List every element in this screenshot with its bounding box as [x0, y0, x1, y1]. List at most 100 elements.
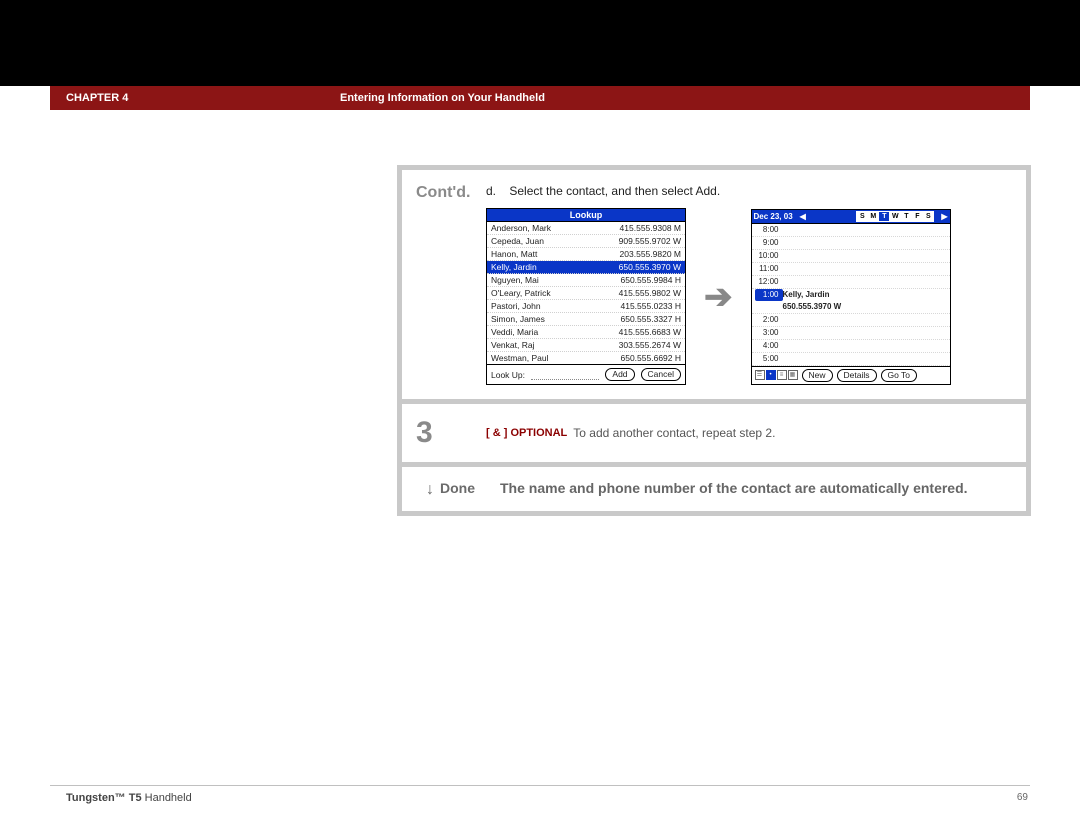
- calendar-row[interactable]: 2:00: [752, 314, 950, 327]
- calendar-row[interactable]: 8:00: [752, 224, 950, 237]
- contact-phone: 415.555.6683 W: [619, 326, 681, 338]
- contact-phone: 303.555.2674 W: [619, 339, 681, 351]
- calendar-time: 12:00: [755, 276, 783, 288]
- new-button[interactable]: New: [802, 369, 833, 382]
- calendar-row[interactable]: 4:00: [752, 340, 950, 353]
- contact-name: Kelly, Jardin: [491, 261, 537, 273]
- calendar-nav-arrows: ◀: [800, 212, 806, 221]
- view-icon-3[interactable]: ≡: [777, 370, 787, 380]
- calendar-time: 9:00: [755, 237, 783, 249]
- contact-phone: 909.555.9702 W: [619, 235, 681, 247]
- lookup-input[interactable]: [531, 370, 599, 380]
- lookup-row[interactable]: Venkat, Raj303.555.2674 W: [487, 339, 685, 352]
- prev-arrow-icon[interactable]: ◀: [800, 212, 806, 221]
- calendar-time: 3:00: [755, 327, 783, 339]
- contd-left: Cont'd.: [402, 170, 486, 399]
- done-row: ↓ Done The name and phone number of the …: [402, 467, 1026, 511]
- calendar-row[interactable]: 1:00Kelly, Jardin650.555.3970 W: [752, 289, 950, 314]
- view-icon-2[interactable]: •: [766, 370, 776, 380]
- chapter-label: CHAPTER 4: [50, 92, 340, 104]
- chapter-header: CHAPTER 4 Entering Information on Your H…: [50, 86, 1030, 110]
- contact-phone: 415.555.9802 W: [619, 287, 681, 299]
- details-button[interactable]: Details: [837, 369, 877, 382]
- calendar-screen: Dec 23, 03 ◀ SMTWTFS ▶ 8:009:0010:0011:0…: [751, 209, 951, 385]
- goto-button[interactable]: Go To: [881, 369, 918, 382]
- calendar-row[interactable]: 10:00: [752, 250, 950, 263]
- contact-name: Pastori, John: [491, 300, 541, 312]
- contact-name: Veddi, Maria: [491, 326, 538, 338]
- calendar-time: 8:00: [755, 224, 783, 236]
- contact-name: O'Leary, Patrick: [491, 287, 551, 299]
- calendar-time: 11:00: [755, 263, 783, 275]
- calendar-row[interactable]: 5:00: [752, 353, 950, 366]
- section-done: ↓ Done The name and phone number of the …: [402, 467, 1026, 511]
- contact-phone: 650.555.3327 H: [621, 313, 682, 325]
- page: CHAPTER 4 Entering Information on Your H…: [0, 0, 1080, 834]
- calendar-view-icons: ☰ • ≡ ▦: [755, 370, 798, 380]
- lookup-row[interactable]: Hanon, Matt 203.555.9820 M: [487, 248, 685, 261]
- footer-product: Tungsten™ T5 Handheld: [66, 792, 192, 804]
- section-step3: 3 [ & ] OPTIONAL To add another contact,…: [402, 404, 1026, 462]
- dow-cell[interactable]: S: [922, 211, 934, 222]
- contd-label: Cont'd.: [416, 184, 486, 202]
- calendar-entry: Kelly, Jardin650.555.3970 W: [783, 289, 947, 313]
- footer-product-bold: Tungsten™ T5: [66, 792, 142, 804]
- lookup-row[interactable]: Pastori, John 415.555.0233 H: [487, 300, 685, 313]
- calendar-time: 4:00: [755, 340, 783, 352]
- next-arrow-icon[interactable]: ▶: [941, 212, 947, 221]
- calendar-time: 1:00: [755, 289, 783, 301]
- dow-strip: SMTWTFS: [857, 211, 934, 222]
- lookup-row[interactable]: Nguyen, Mai 650.555.9984 H: [487, 274, 685, 287]
- contact-name: Simon, James: [491, 313, 545, 325]
- top-black-bar: [0, 0, 1080, 86]
- lookup-row[interactable]: Veddi, Maria 415.555.6683 W: [487, 326, 685, 339]
- footer-line: [50, 785, 1030, 786]
- step3-right: [ & ] OPTIONAL To add another contact, r…: [486, 404, 1026, 462]
- lookup-row[interactable]: Kelly, Jardin 650.555.3970 W: [487, 261, 685, 274]
- calendar-row[interactable]: 3:00: [752, 327, 950, 340]
- contd-right: d. Select the contact, and then select A…: [486, 170, 1026, 399]
- calendar-row[interactable]: 12:00: [752, 276, 950, 289]
- content-area: Cont'd. d. Select the contact, and then …: [397, 165, 1031, 516]
- chapter-title: Entering Information on Your Handheld: [340, 92, 545, 104]
- lookup-row[interactable]: O'Leary, Patrick 415.555.9802 W: [487, 287, 685, 300]
- calendar-time: 2:00: [755, 314, 783, 326]
- instruction-prefix: d.: [486, 184, 496, 198]
- contact-name: Nguyen, Mai: [491, 274, 539, 286]
- optional-tag: [ & ] OPTIONAL: [486, 427, 567, 439]
- contact-name: Hanon, Matt: [491, 248, 537, 260]
- lookup-footer: Look Up: Add Cancel: [487, 364, 685, 384]
- contact-phone: 650.555.9984 H: [621, 274, 682, 286]
- calendar-row[interactable]: 9:00: [752, 237, 950, 250]
- contact-phone: 203.555.9820 M: [620, 248, 681, 260]
- step-number: 3: [416, 418, 486, 448]
- lookup-row[interactable]: Westman, Paul 650.555.6692 H: [487, 352, 685, 364]
- lookup-foot-label: Look Up:: [491, 370, 525, 380]
- view-icon-4[interactable]: ▦: [788, 370, 798, 380]
- contact-name: Westman, Paul: [491, 352, 548, 364]
- contact-phone: 650.555.3970 W: [619, 261, 681, 273]
- instruction-text: Select the contact, and then select Add.: [509, 184, 720, 198]
- cancel-button[interactable]: Cancel: [641, 368, 681, 381]
- lookup-row[interactable]: Anderson, Mark415.555.9308 M: [487, 222, 685, 235]
- contact-name: Cepeda, Juan: [491, 235, 544, 247]
- lookup-row[interactable]: Simon, James 650.555.3327 H: [487, 313, 685, 326]
- arrow-right-icon: ➔: [704, 280, 733, 314]
- calendar-header: Dec 23, 03 ◀ SMTWTFS ▶: [752, 210, 950, 224]
- calendar-row[interactable]: 11:00: [752, 263, 950, 276]
- done-arrow-icon: ↓: [426, 481, 434, 499]
- step3-left: 3: [402, 404, 486, 462]
- done-label: Done: [440, 480, 475, 496]
- footer-product-rest: Handheld: [142, 792, 192, 804]
- view-icon-1[interactable]: ☰: [755, 370, 765, 380]
- contact-phone: 415.555.0233 H: [621, 300, 682, 312]
- contact-phone: 650.555.6692 H: [621, 352, 682, 364]
- lookup-list: Anderson, Mark415.555.9308 MCepeda, Juan…: [487, 222, 685, 364]
- calendar-body: 8:009:0010:0011:0012:001:00Kelly, Jardin…: [752, 224, 950, 366]
- lookup-title: Lookup: [487, 209, 685, 222]
- section-contd: Cont'd. d. Select the contact, and then …: [402, 170, 1026, 399]
- add-button[interactable]: Add: [605, 368, 634, 381]
- instruction-line: d. Select the contact, and then select A…: [486, 184, 1012, 198]
- calendar-time: 10:00: [755, 250, 783, 262]
- lookup-row[interactable]: Cepeda, Juan 909.555.9702 W: [487, 235, 685, 248]
